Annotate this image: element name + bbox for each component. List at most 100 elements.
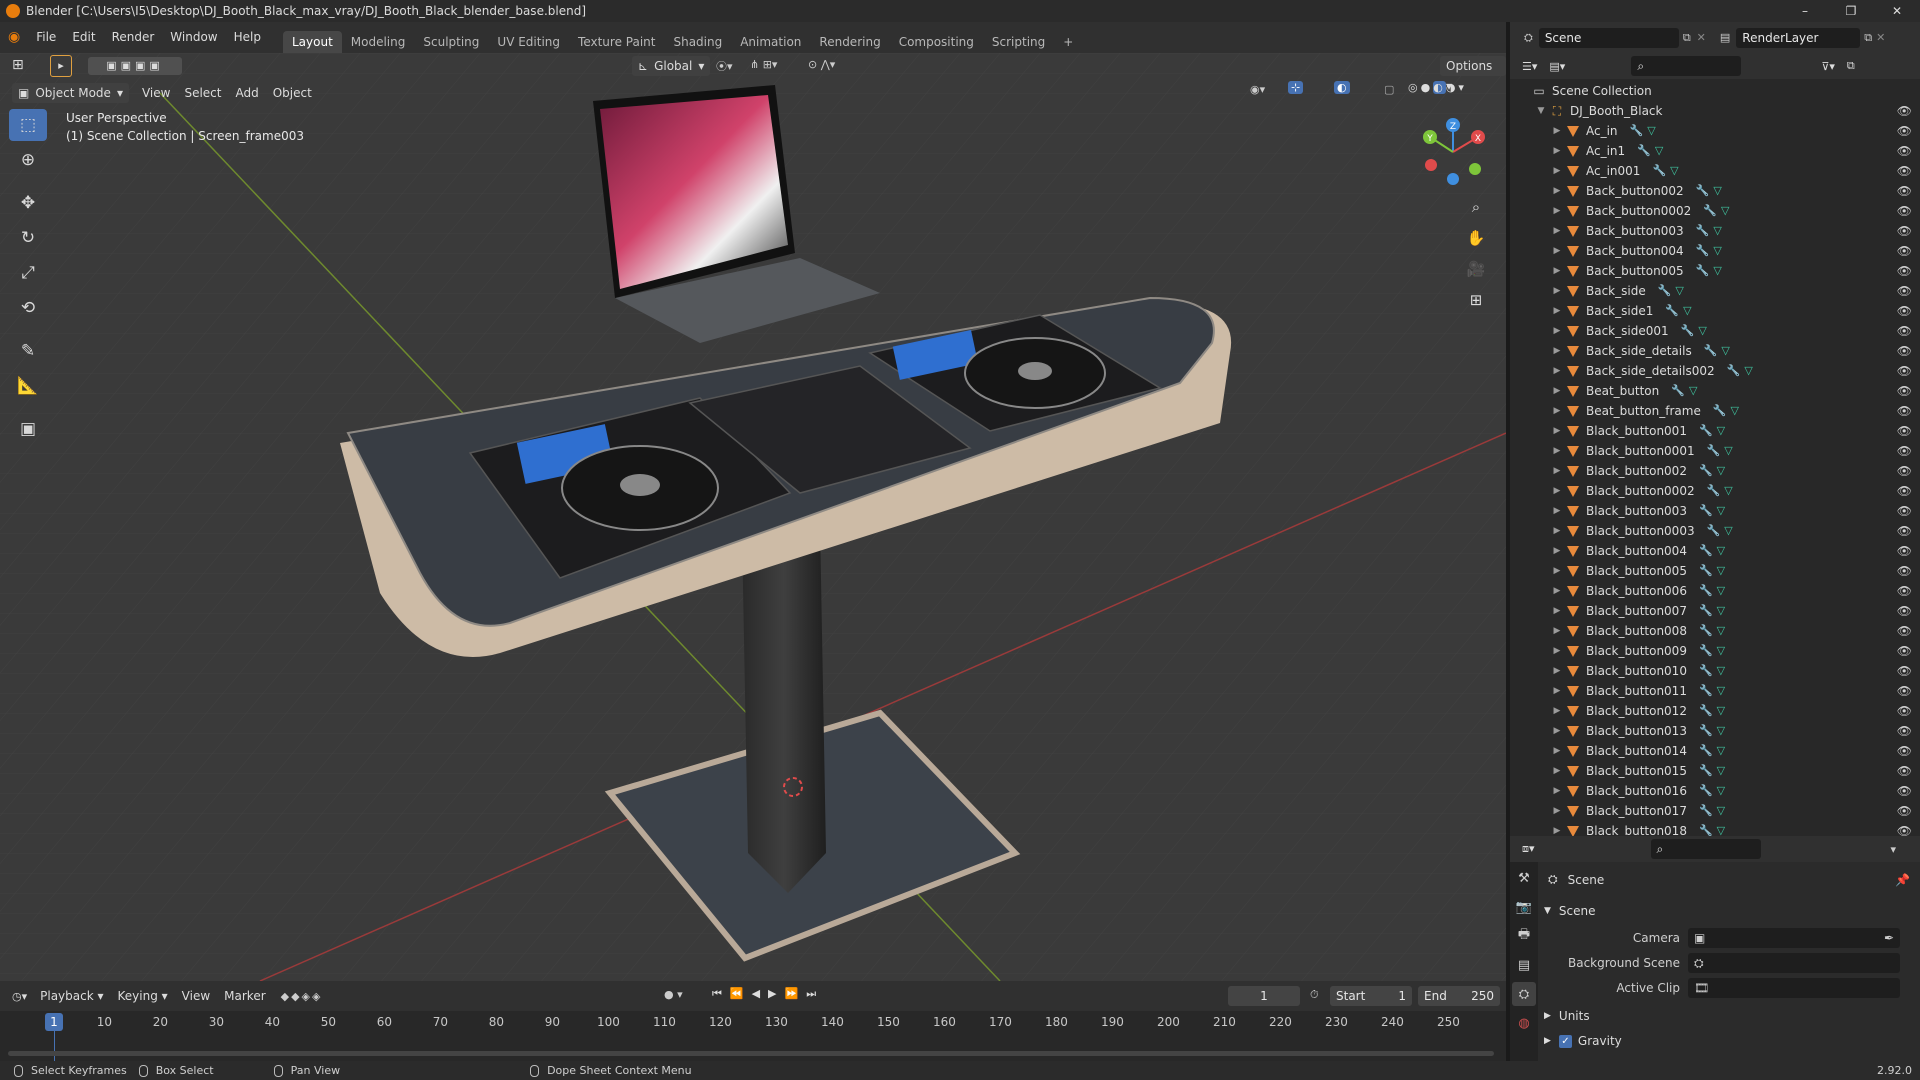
modifier-wrench-icon[interactable]: 🔧 [1699,781,1713,801]
modifier-wrench-icon[interactable]: 🔧 [1681,321,1695,341]
navigation-gizmo[interactable]: Z X Y [1418,117,1488,187]
render-tab-icon[interactable]: 📷 [1512,895,1536,919]
eye-icon[interactable]: 👁 [1897,121,1912,141]
modifier-wrench-icon[interactable]: 🔧 [1658,281,1672,301]
eye-icon[interactable]: 👁 [1897,401,1912,421]
properties-options-icon[interactable]: ▾ [1891,843,1897,856]
eye-icon[interactable]: 👁 [1897,241,1912,261]
frame-ruler[interactable]: 10 20 30 40 50 60 70 80 90 100 110 120 130 140 150 160 1… [0,1011,1506,1035]
outliner-row-object[interactable]: ▶ Black_button013 🔧 ▽ 👁 [1510,721,1920,741]
minimize-button[interactable]: – [1782,0,1828,22]
expand-icon[interactable]: ▶ [1552,421,1562,441]
modifier-wrench-icon[interactable]: 🔧 [1699,701,1713,721]
modifier-wrench-icon[interactable]: 🔧 [1671,381,1685,401]
new-view-layer-icon[interactable]: ⧉ [1864,31,1872,45]
modifier-wrench-icon[interactable]: 🔧 [1727,361,1741,381]
modifier-wrench-icon[interactable]: 🔧 [1665,301,1679,321]
mesh-data-icon[interactable]: ▽ [1731,401,1739,421]
outliner-row-object[interactable]: ▶ Ac_in1 🔧 ▽ 👁 [1510,141,1920,161]
modifier-wrench-icon[interactable]: 🔧 [1699,501,1713,521]
expand-icon[interactable]: ▶ [1552,681,1562,701]
mesh-data-icon[interactable]: ▽ [1717,461,1725,481]
expand-icon[interactable]: ▶ [1552,741,1562,761]
expand-icon[interactable]: ▶ [1552,781,1562,801]
mesh-data-icon[interactable]: ▽ [1717,741,1725,761]
expand-icon[interactable]: ▶ [1552,301,1562,321]
expand-icon[interactable]: ▶ [1552,821,1562,836]
modifier-wrench-icon[interactable]: 🔧 [1699,461,1713,481]
active-clip-field[interactable]: 🎞 [1688,978,1900,998]
modifier-wrench-icon[interactable]: 🔧 [1652,161,1666,181]
menu-select[interactable]: Select [177,83,228,103]
mesh-data-icon[interactable]: ▽ [1721,341,1729,361]
menu-help[interactable]: Help [226,22,269,53]
mesh-data-icon[interactable]: ▽ [1717,821,1725,836]
maximize-button[interactable]: ❐ [1828,0,1874,22]
eye-icon[interactable]: 👁 [1897,801,1912,821]
outliner-editor-icon[interactable]: ☰▾ [1522,60,1537,73]
ortho-grid-icon[interactable]: ⊞ [1462,286,1490,314]
eye-icon[interactable]: 👁 [1897,441,1912,461]
outliner-row-collection[interactable]: ▼ ⛶ DJ_Booth_Black 👁 [1510,101,1920,121]
menu-view[interactable]: View [135,83,177,103]
modifier-wrench-icon[interactable]: 🔧 [1696,241,1710,261]
tab-compositing[interactable]: Compositing [890,31,983,53]
outliner-row-object[interactable]: ▶ Black_button0003 🔧 ▽ 👁 [1510,521,1920,541]
expand-icon[interactable]: ▶ [1552,321,1562,341]
transform-tool[interactable]: ⟲ [9,292,47,324]
mesh-data-icon[interactable]: ▽ [1721,201,1729,221]
proportional-edit-icon[interactable]: ⊙ ⋀▾ [808,58,835,71]
gravity-panel-header[interactable]: ▶ ✓ Gravity [1544,1034,1622,1048]
outliner-row-object[interactable]: ▶ Black_button004 🔧 ▽ 👁 [1510,541,1920,561]
mesh-data-icon[interactable]: ▽ [1689,381,1697,401]
scene-field[interactable]: Scene [1538,27,1679,48]
tab-texture-paint[interactable]: Texture Paint [569,31,664,53]
shading-mode-buttons[interactable]: ◎●◐◑▾ [1408,81,1467,94]
eye-icon[interactable]: 👁 [1897,601,1912,621]
mesh-data-icon[interactable]: ▽ [1717,601,1725,621]
expand-icon[interactable]: ▶ [1552,561,1562,581]
expand-icon[interactable]: ▶ [1552,601,1562,621]
pan-hand-icon[interactable]: ✋ [1462,224,1490,252]
outliner-row-object[interactable]: ▶ Black_button016 🔧 ▽ 👁 [1510,781,1920,801]
overlays-icon[interactable]: ◐ [1334,81,1350,94]
expand-icon[interactable]: ▶ [1552,281,1562,301]
outliner-row-object[interactable]: ▶ Black_button009 🔧 ▽ 👁 [1510,641,1920,661]
mesh-data-icon[interactable]: ▽ [1698,321,1706,341]
output-tab-icon[interactable]: 🖶 [1512,924,1536,948]
timeline-area[interactable]: 10 20 30 40 50 60 70 80 90 100 110 120 130 140 150 160 1… [0,1011,1506,1061]
menu-add[interactable]: Add [228,83,265,103]
world-tab-icon[interactable]: ◍ [1512,1011,1536,1035]
remove-scene-icon[interactable]: ✕ [1697,31,1706,44]
eye-icon[interactable]: 👁 [1897,721,1912,741]
expand-icon[interactable]: ▶ [1552,721,1562,741]
outliner-row-object[interactable]: ▶ Ac_in 🔧 ▽ 👁 [1510,121,1920,141]
outliner-row-object[interactable]: ▶ Black_button014 🔧 ▽ 👁 [1510,741,1920,761]
eye-icon[interactable]: 👁 [1897,681,1912,701]
outliner-row-object[interactable]: ▶ Black_button011 🔧 ▽ 👁 [1510,681,1920,701]
eye-icon[interactable]: 👁 [1897,301,1912,321]
select-mode-buttons[interactable]: ▣▣▣▣ [88,57,182,75]
scene-panel-header[interactable]: ▼ Scene [1544,904,1596,918]
menu-playback[interactable]: Playback ▾ [33,986,110,1006]
snap-icon[interactable]: ⋔ ⊞▾ [750,58,777,71]
mesh-data-icon[interactable]: ▽ [1713,181,1721,201]
menu-keying[interactable]: Keying ▾ [111,986,175,1006]
tab-uv-editing[interactable]: UV Editing [488,31,569,53]
menu-render[interactable]: Render [104,22,163,53]
eye-icon[interactable]: 👁 [1897,201,1912,221]
outliner-row-object[interactable]: ▶ Black_button008 🔧 ▽ 👁 [1510,621,1920,641]
expand-icon[interactable]: ▶ [1552,381,1562,401]
modifier-wrench-icon[interactable]: 🔧 [1630,121,1644,141]
annotate-tool[interactable]: ✎ [9,335,47,367]
outliner-row-object[interactable]: ▶ Black_button001 🔧 ▽ 👁 [1510,421,1920,441]
start-frame-field[interactable]: Start 1 [1330,986,1412,1006]
outliner-row-object[interactable]: ▶ Black_button005 🔧 ▽ 👁 [1510,561,1920,581]
expand-icon[interactable]: ▶ [1552,761,1562,781]
outliner-row-scene-collection[interactable]: ▭ Scene Collection [1510,81,1920,101]
keyframe-icons[interactable]: ◆◆◈◈ [281,990,323,1003]
eye-icon[interactable]: 👁 [1897,761,1912,781]
tab-layout[interactable]: Layout [282,31,342,53]
expand-icon[interactable]: ▶ [1552,241,1562,261]
mesh-data-icon[interactable]: ▽ [1655,141,1663,161]
